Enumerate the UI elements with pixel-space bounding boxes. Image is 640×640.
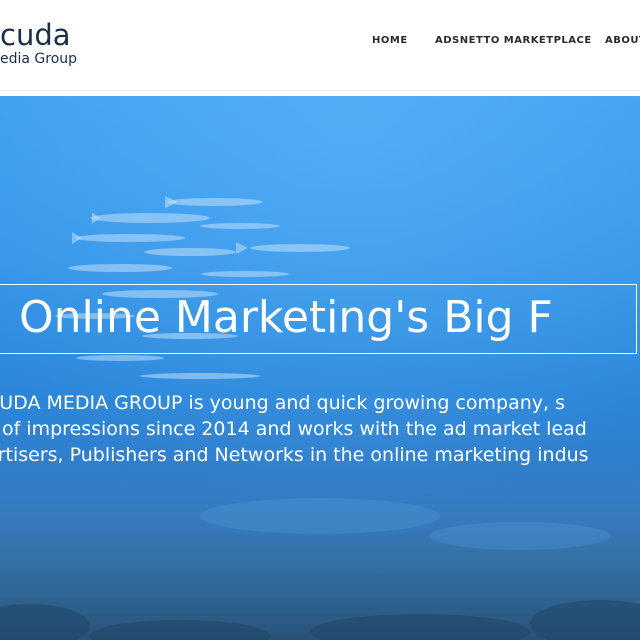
site-header: cuda edia Group HOME ADSNETTO MARKETPLAC… bbox=[0, 0, 640, 91]
hero-description: CUDA MEDIA GROUP is young and quick grow… bbox=[0, 390, 640, 468]
hero-section: Online Marketing's Big F CUDA MEDIA GROU… bbox=[0, 96, 640, 640]
hero-background-image bbox=[0, 96, 640, 640]
description-line: ertisers, Publishers and Networks in the… bbox=[0, 444, 589, 466]
headline-box: Online Marketing's Big F bbox=[0, 284, 637, 354]
logo[interactable]: cuda bbox=[0, 18, 71, 52]
nav-adsnetto-marketplace[interactable]: ADSNETTO MARKETPLACE bbox=[435, 35, 592, 46]
nav-about[interactable]: ABOUT bbox=[605, 35, 640, 46]
hero-headline: Online Marketing's Big F bbox=[19, 292, 553, 343]
description-line: s of impressions since 2014 and works wi… bbox=[0, 418, 587, 440]
description-line: CUDA MEDIA GROUP is young and quick grow… bbox=[0, 392, 565, 414]
logo-tagline: edia Group bbox=[0, 51, 78, 67]
nav-home[interactable]: HOME bbox=[372, 35, 408, 46]
